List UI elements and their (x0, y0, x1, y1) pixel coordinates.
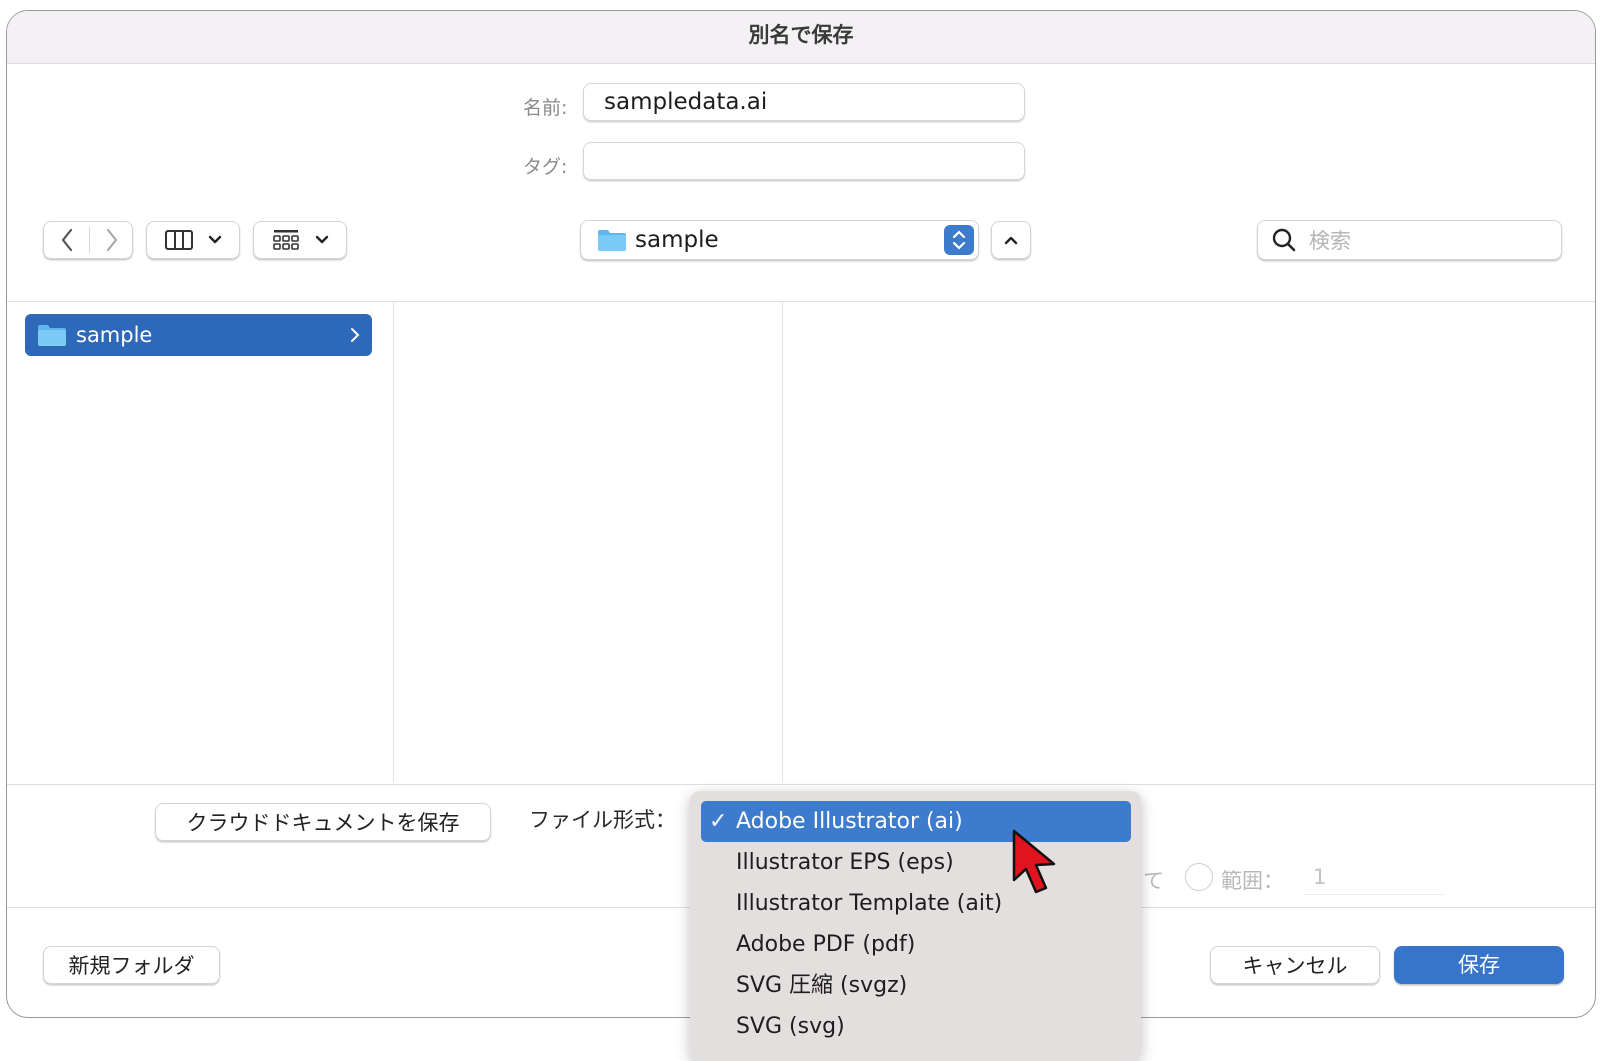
chevron-down-icon (315, 235, 329, 244)
browser-item-sample[interactable]: sample (25, 314, 372, 356)
menu-item-eps[interactable]: Illustrator EPS (eps) (690, 842, 1141, 883)
cancel-button[interactable]: キャンセル (1210, 946, 1380, 984)
chevron-up-icon (1004, 236, 1018, 245)
menu-item-ait[interactable]: Illustrator Template (ait) (690, 883, 1141, 924)
back-button[interactable] (44, 222, 89, 258)
collapse-button[interactable] (991, 221, 1031, 259)
search-placeholder: 検索 (1309, 229, 1351, 253)
separator (7, 784, 1595, 785)
column-divider (393, 302, 394, 782)
file-format-label: ファイル形式： (529, 808, 676, 832)
view-mode-button[interactable] (146, 221, 240, 259)
separator (7, 301, 1595, 302)
forward-button[interactable] (89, 222, 134, 258)
folder-icon (38, 325, 66, 346)
tags-label: タグ: (523, 156, 568, 178)
range-input[interactable]: 1 (1305, 859, 1445, 895)
column-view-icon (165, 230, 193, 250)
dialog-title: 別名で保存 (7, 11, 1595, 64)
filename-input[interactable]: sampledata.ai (583, 83, 1025, 121)
file-format-menu: ✓ Adobe Illustrator (ai) Illustrator EPS… (690, 791, 1141, 1061)
menu-item-svg[interactable]: SVG (svg) (690, 1006, 1141, 1047)
artboard-all-label: て (1143, 869, 1164, 893)
range-label: 範囲： (1221, 869, 1284, 893)
search-icon (1272, 228, 1296, 252)
name-label: 名前: (523, 97, 568, 119)
folder-icon (598, 230, 626, 251)
chevron-down-icon (208, 235, 222, 244)
column-divider (782, 302, 783, 782)
search-field[interactable]: 検索 (1257, 220, 1562, 260)
save-button[interactable]: 保存 (1394, 946, 1564, 984)
location-popup[interactable]: sample (580, 220, 979, 260)
tags-input[interactable] (583, 142, 1025, 180)
group-button[interactable] (253, 221, 347, 259)
menu-item-ai[interactable]: ✓ Adobe Illustrator (ai) (701, 801, 1131, 842)
checkmark-icon: ✓ (709, 809, 728, 834)
menu-item-pdf[interactable]: Adobe PDF (pdf) (690, 924, 1141, 965)
chevron-right-icon (106, 228, 117, 252)
menu-item-label: Adobe Illustrator (ai) (736, 809, 963, 834)
range-radio[interactable] (1185, 863, 1213, 891)
chevron-left-icon (61, 228, 72, 252)
chevron-right-icon (351, 328, 360, 342)
cloud-document-button[interactable]: クラウドドキュメントを保存 (155, 803, 491, 841)
grid-icon (273, 230, 299, 250)
menu-item-svgz[interactable]: SVG 圧縮 (svgz) (690, 965, 1141, 1006)
cursor-arrow-icon (1012, 829, 1056, 894)
updown-arrows-icon (944, 225, 974, 255)
browser-item-label: sample (76, 323, 153, 347)
location-label: sample (635, 227, 719, 253)
new-folder-button[interactable]: 新規フォルダ (43, 946, 220, 984)
nav-buttons (43, 221, 133, 259)
